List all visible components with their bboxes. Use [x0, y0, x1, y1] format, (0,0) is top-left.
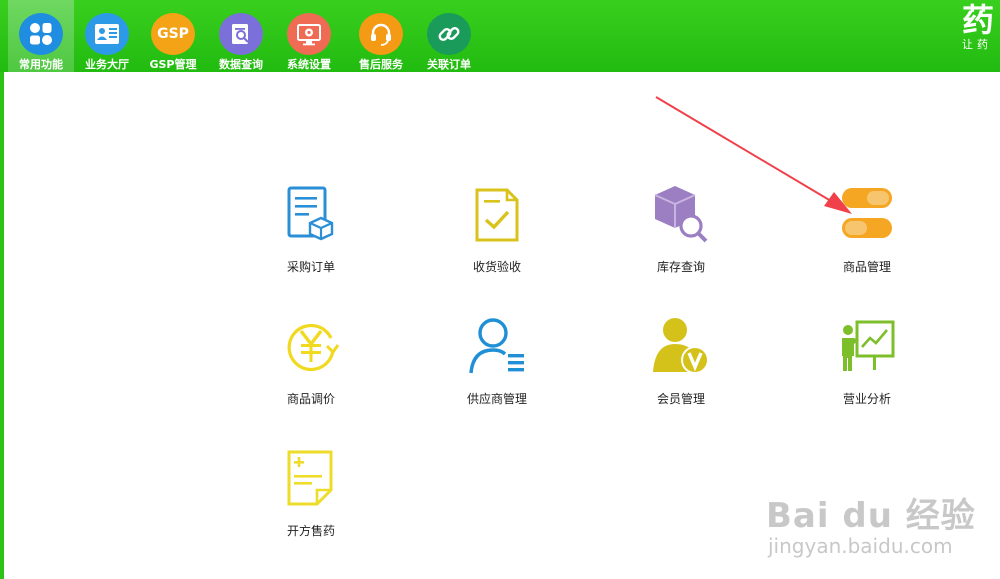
tab-label: GSP管理	[149, 58, 197, 71]
grid-icon	[19, 13, 63, 55]
tab-system-settings[interactable]: 系统设置	[276, 0, 342, 72]
watermark-sub: jingyan.baidu.com	[768, 534, 953, 558]
inventory-search-icon	[651, 184, 711, 244]
baidu-watermark: Bai du 经验 jingyan.baidu.com	[766, 478, 996, 578]
monitor-settings-icon	[287, 13, 331, 55]
purchase-order-icon	[281, 184, 341, 244]
annotation-arrow	[655, 96, 852, 214]
user-list-icon	[85, 13, 129, 55]
feature-label: 营业分析	[842, 392, 891, 406]
top-nav-bar: 常用功能 业务大厅 GSP GSP管理 数据查询 系统设置 售后服务 关联订单 …	[0, 0, 1000, 72]
feature-receiving-inspection[interactable]: 收货验收	[442, 184, 552, 275]
presentation-chart-icon	[837, 316, 897, 376]
feature-supplier-management[interactable]: 供应商管理	[442, 316, 552, 407]
tab-after-sales[interactable]: 售后服务	[348, 0, 414, 72]
feature-label: 商品调价	[286, 392, 335, 406]
tab-common-functions[interactable]: 常用功能	[8, 0, 74, 72]
yuan-refresh-icon	[281, 316, 341, 376]
feature-label: 收货验收	[472, 260, 521, 274]
tab-gsp-management[interactable]: GSP GSP管理	[140, 0, 206, 72]
receiving-checklist-icon	[467, 184, 527, 244]
headset-icon	[359, 13, 403, 55]
feature-purchase-order[interactable]: 采购订单	[256, 184, 366, 275]
brand-char: 药	[962, 1, 995, 39]
feature-label: 会员管理	[656, 392, 705, 406]
watermark-main: Bai du 经验	[766, 496, 976, 536]
brand-slogan: 让药	[962, 38, 992, 51]
feature-label: 开方售药	[286, 524, 335, 538]
prescription-note-icon	[281, 448, 341, 508]
tab-label: 系统设置	[287, 58, 331, 71]
feature-product-management[interactable]: 商品管理	[812, 184, 922, 275]
window-left-border	[0, 72, 4, 579]
gsp-icon: GSP	[151, 13, 195, 55]
feature-label: 供应商管理	[466, 392, 527, 406]
vip-member-icon	[651, 316, 711, 376]
feature-price-adjustment[interactable]: 商品调价	[256, 316, 366, 407]
tab-label: 售后服务	[359, 58, 403, 71]
feature-prescription-sales[interactable]: 开方售药	[256, 448, 366, 539]
tab-linked-orders[interactable]: 关联订单	[416, 0, 482, 72]
feature-label: 商品管理	[842, 260, 891, 274]
pill-capsule-icon	[837, 184, 897, 244]
feature-business-analysis[interactable]: 营业分析	[812, 316, 922, 407]
document-search-icon	[219, 13, 263, 55]
tab-label: 业务大厅	[85, 58, 129, 71]
gsp-icon-text: GSP	[157, 26, 189, 42]
feature-inventory-query[interactable]: 库存查询	[626, 184, 736, 275]
tab-data-query[interactable]: 数据查询	[208, 0, 274, 72]
brand-logo: 药 让药	[962, 0, 1000, 72]
link-icon	[427, 13, 471, 55]
supplier-user-icon	[467, 316, 527, 376]
tab-label: 数据查询	[219, 58, 263, 71]
tab-business-hall[interactable]: 业务大厅	[74, 0, 140, 72]
feature-label: 采购订单	[286, 260, 335, 274]
feature-member-management[interactable]: 会员管理	[626, 316, 736, 407]
feature-label: 库存查询	[656, 260, 705, 274]
tab-label: 关联订单	[427, 58, 471, 71]
tab-label: 常用功能	[19, 58, 63, 71]
